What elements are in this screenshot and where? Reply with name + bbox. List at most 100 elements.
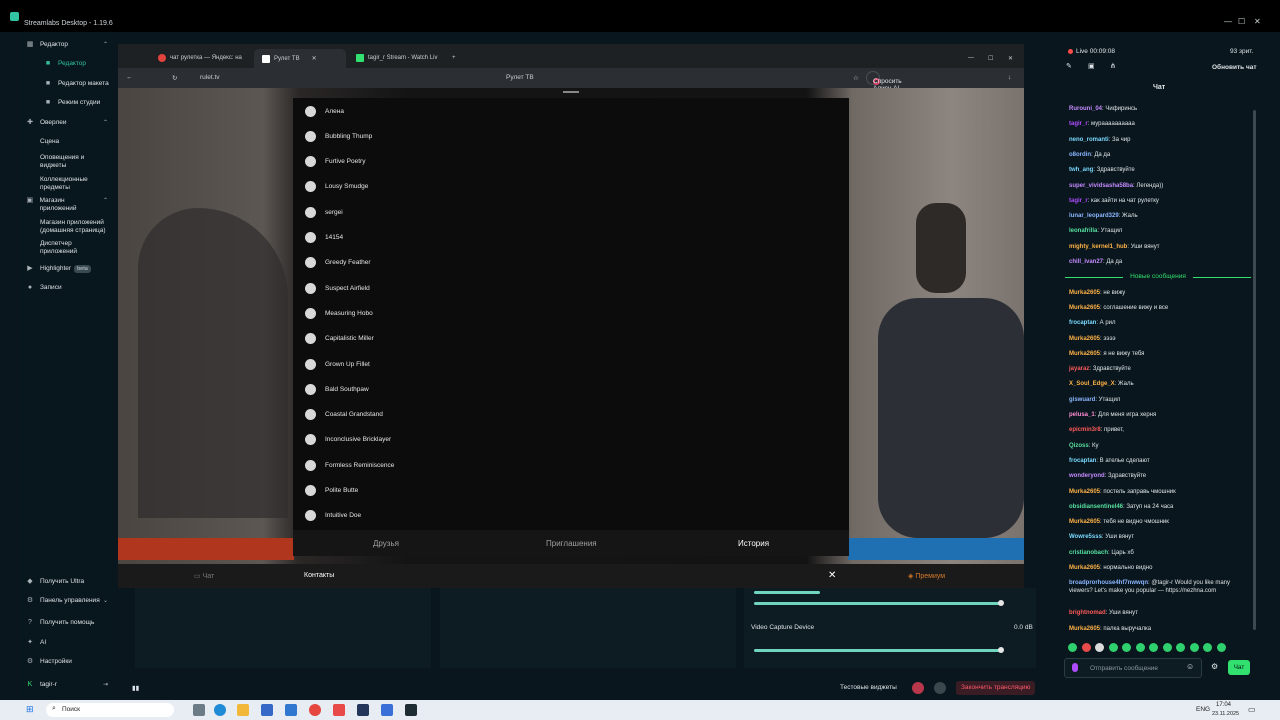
chat-username[interactable]: mighty_kernel1_hub bbox=[1069, 244, 1127, 250]
contact-item[interactable]: Capitalistic Miller bbox=[305, 329, 845, 349]
chart-app-icon[interactable] bbox=[381, 704, 393, 716]
chat-username[interactable]: brightnomad bbox=[1069, 610, 1106, 616]
sidebar-help[interactable]: ? Получить помощь bbox=[20, 619, 114, 627]
streamlabs-icon[interactable] bbox=[405, 704, 417, 716]
emote-icon[interactable] bbox=[1189, 643, 1199, 652]
chat-username[interactable]: twh_ang bbox=[1069, 167, 1093, 173]
chat-scrollbar[interactable] bbox=[1253, 110, 1256, 630]
tab-invitations[interactable]: Приглашения bbox=[546, 539, 597, 548]
drag-handle[interactable] bbox=[563, 91, 579, 93]
share-icon[interactable]: ⋔ bbox=[1110, 62, 1116, 70]
chat-input[interactable]: Отправить сообщение bbox=[1064, 658, 1202, 678]
contact-item[interactable]: Алена bbox=[305, 101, 845, 121]
contact-item[interactable]: Suspect Airfield bbox=[305, 278, 845, 298]
chat-username[interactable]: neno_romanti bbox=[1069, 137, 1109, 143]
chat-username[interactable]: obsidiansentinel46 bbox=[1069, 504, 1123, 510]
sidebar-highlighter[interactable]: ▶ Highlighter beta bbox=[20, 265, 114, 273]
emote-icon[interactable] bbox=[1176, 643, 1185, 652]
windows-start-icon[interactable]: ⊞ bbox=[26, 704, 34, 715]
contact-item[interactable]: Furtive Poetry bbox=[305, 152, 845, 172]
close-icon[interactable]: ✕ bbox=[1008, 51, 1013, 65]
close-modal-icon[interactable]: ✕ bbox=[828, 570, 836, 581]
emote-icon[interactable] bbox=[1149, 643, 1158, 652]
sidebar-appstore[interactable]: ▣ Магазин приложений ⌃ bbox=[20, 197, 108, 213]
chat-username[interactable]: Murka2605 bbox=[1069, 626, 1100, 632]
premium-button[interactable]: ◈ Премиум bbox=[908, 572, 945, 580]
language-indicator[interactable]: ENG bbox=[1196, 706, 1210, 713]
tab-kick[interactable]: tagir_r Stream - Watch Liv bbox=[356, 51, 437, 65]
sidebar-item-alerts[interactable]: Оповещения и виджеты bbox=[20, 154, 100, 170]
contact-item[interactable]: Lousy Smudge bbox=[305, 177, 845, 197]
chat-tab[interactable]: ▭ Чат bbox=[194, 572, 214, 580]
bookmark-icon[interactable]: ☆ bbox=[853, 74, 859, 82]
new-tab-icon[interactable]: + bbox=[452, 51, 456, 65]
contact-item[interactable]: Measuring Hobo bbox=[305, 303, 845, 323]
clock-time[interactable]: 17:04 bbox=[1216, 702, 1231, 708]
contact-item[interactable]: Intuitive Doe bbox=[305, 506, 845, 526]
contact-item[interactable]: Greedy Feather bbox=[305, 253, 845, 273]
contact-item[interactable]: Inconclusive Bricklayer bbox=[305, 430, 845, 450]
chat-username[interactable]: Murka2605 bbox=[1069, 489, 1100, 495]
refresh-chat-button[interactable]: Обновить чат bbox=[1212, 64, 1257, 71]
chat-username[interactable]: Murka2605 bbox=[1069, 290, 1100, 296]
contact-item[interactable]: sergei bbox=[305, 202, 845, 222]
end-stream-button[interactable]: Закончить трансляцию bbox=[956, 681, 1036, 695]
chat-username[interactable]: o8ordin bbox=[1069, 152, 1091, 158]
chat-username[interactable]: broadprorhouse4hf7nwwqn bbox=[1069, 580, 1148, 586]
chat-username[interactable]: frocaptan bbox=[1069, 458, 1096, 464]
chat-username[interactable]: Murka2605 bbox=[1069, 336, 1100, 342]
alice-button[interactable]: Спросить Алису AI bbox=[866, 71, 902, 92]
chat-username[interactable]: epicmin3r8 bbox=[1069, 427, 1101, 433]
chat-username[interactable]: wonderyond bbox=[1069, 473, 1105, 479]
chat-username[interactable]: giswuard bbox=[1069, 397, 1095, 403]
contact-item[interactable]: Bald Southpaw bbox=[305, 379, 845, 399]
sidebar-ai[interactable]: ✦ AI bbox=[20, 639, 114, 647]
sidebar-ultra[interactable]: ◆ Получить Ultra bbox=[20, 578, 114, 586]
emote-icon[interactable] bbox=[1108, 643, 1118, 652]
sidebar-settings[interactable]: ⚙ Настройки bbox=[20, 658, 114, 666]
chat-username[interactable]: Murka2605 bbox=[1069, 305, 1100, 311]
sidebar-item-editor[interactable]: ■ Редактор bbox=[20, 60, 114, 68]
replay-button[interactable] bbox=[934, 682, 946, 694]
sidebar-overlays[interactable]: ✚ Оверлеи ⌃ bbox=[20, 119, 114, 127]
chat-username[interactable]: tagir_r bbox=[1069, 121, 1088, 127]
contacts-tab[interactable]: Контакты bbox=[304, 572, 334, 579]
emote-icon[interactable] bbox=[1122, 643, 1131, 652]
chat-username[interactable]: Qizoss bbox=[1069, 443, 1089, 449]
volume-slider[interactable] bbox=[754, 602, 1002, 605]
yandex-browser-icon[interactable] bbox=[333, 704, 345, 716]
chat-username[interactable]: Wowre5sss bbox=[1069, 534, 1102, 540]
sidebar-item-appstore-home[interactable]: Магазин приложений (домашняя страница) bbox=[20, 219, 114, 235]
tab-history[interactable]: История bbox=[738, 539, 769, 548]
chat-username[interactable]: tagir_r bbox=[1069, 198, 1088, 204]
chat-username[interactable]: super_vividsasha58ba bbox=[1069, 183, 1133, 189]
sidebar-item-layout[interactable]: ■ Редактор макета bbox=[20, 80, 114, 88]
sidebar-recordings[interactable]: ● Записи bbox=[20, 284, 114, 292]
maximize-icon[interactable]: ☐ bbox=[988, 51, 993, 65]
tab-rulet[interactable]: Рулет ТВ ✕ bbox=[254, 49, 346, 68]
contact-item[interactable]: 14154 bbox=[305, 228, 845, 248]
back-icon[interactable]: ← bbox=[126, 74, 133, 81]
volume-knob[interactable] bbox=[998, 647, 1004, 653]
tab-yandex[interactable]: чат рулетка — Яндекс: на bbox=[158, 51, 242, 65]
url-field[interactable]: rulet.tv bbox=[200, 74, 220, 81]
tab-close-icon[interactable]: ✕ bbox=[312, 55, 317, 62]
yandex-icon[interactable] bbox=[309, 704, 321, 716]
sidebar-item-studio[interactable]: ■ Режим студии bbox=[20, 99, 114, 107]
explorer-icon[interactable] bbox=[237, 704, 249, 716]
emote-icon[interactable] bbox=[1203, 643, 1212, 652]
send-chat-button[interactable]: Чат bbox=[1228, 660, 1250, 675]
emoji-icon[interactable]: ☺ bbox=[1186, 662, 1194, 671]
sidebar-item-app-manager[interactable]: Диспетчер приложений bbox=[20, 240, 100, 256]
emote-icon[interactable] bbox=[1216, 643, 1226, 652]
chat-username[interactable]: Rurouni_04 bbox=[1069, 106, 1102, 112]
edge-icon[interactable] bbox=[214, 704, 226, 716]
emote-icon[interactable] bbox=[1162, 643, 1172, 652]
chat-username[interactable]: X_Soul_Edge_X bbox=[1069, 381, 1115, 387]
sidebar-item-collectibles[interactable]: Коллекционные предметы bbox=[20, 176, 100, 192]
gear-icon[interactable]: ⚙ bbox=[1211, 662, 1218, 671]
chat-username[interactable]: cristianobach bbox=[1069, 550, 1108, 556]
chat-username[interactable]: chill_ivan27 bbox=[1069, 259, 1103, 265]
emote-icon[interactable] bbox=[1068, 643, 1077, 652]
stats-icon[interactable]: ▮▮ bbox=[132, 684, 139, 692]
